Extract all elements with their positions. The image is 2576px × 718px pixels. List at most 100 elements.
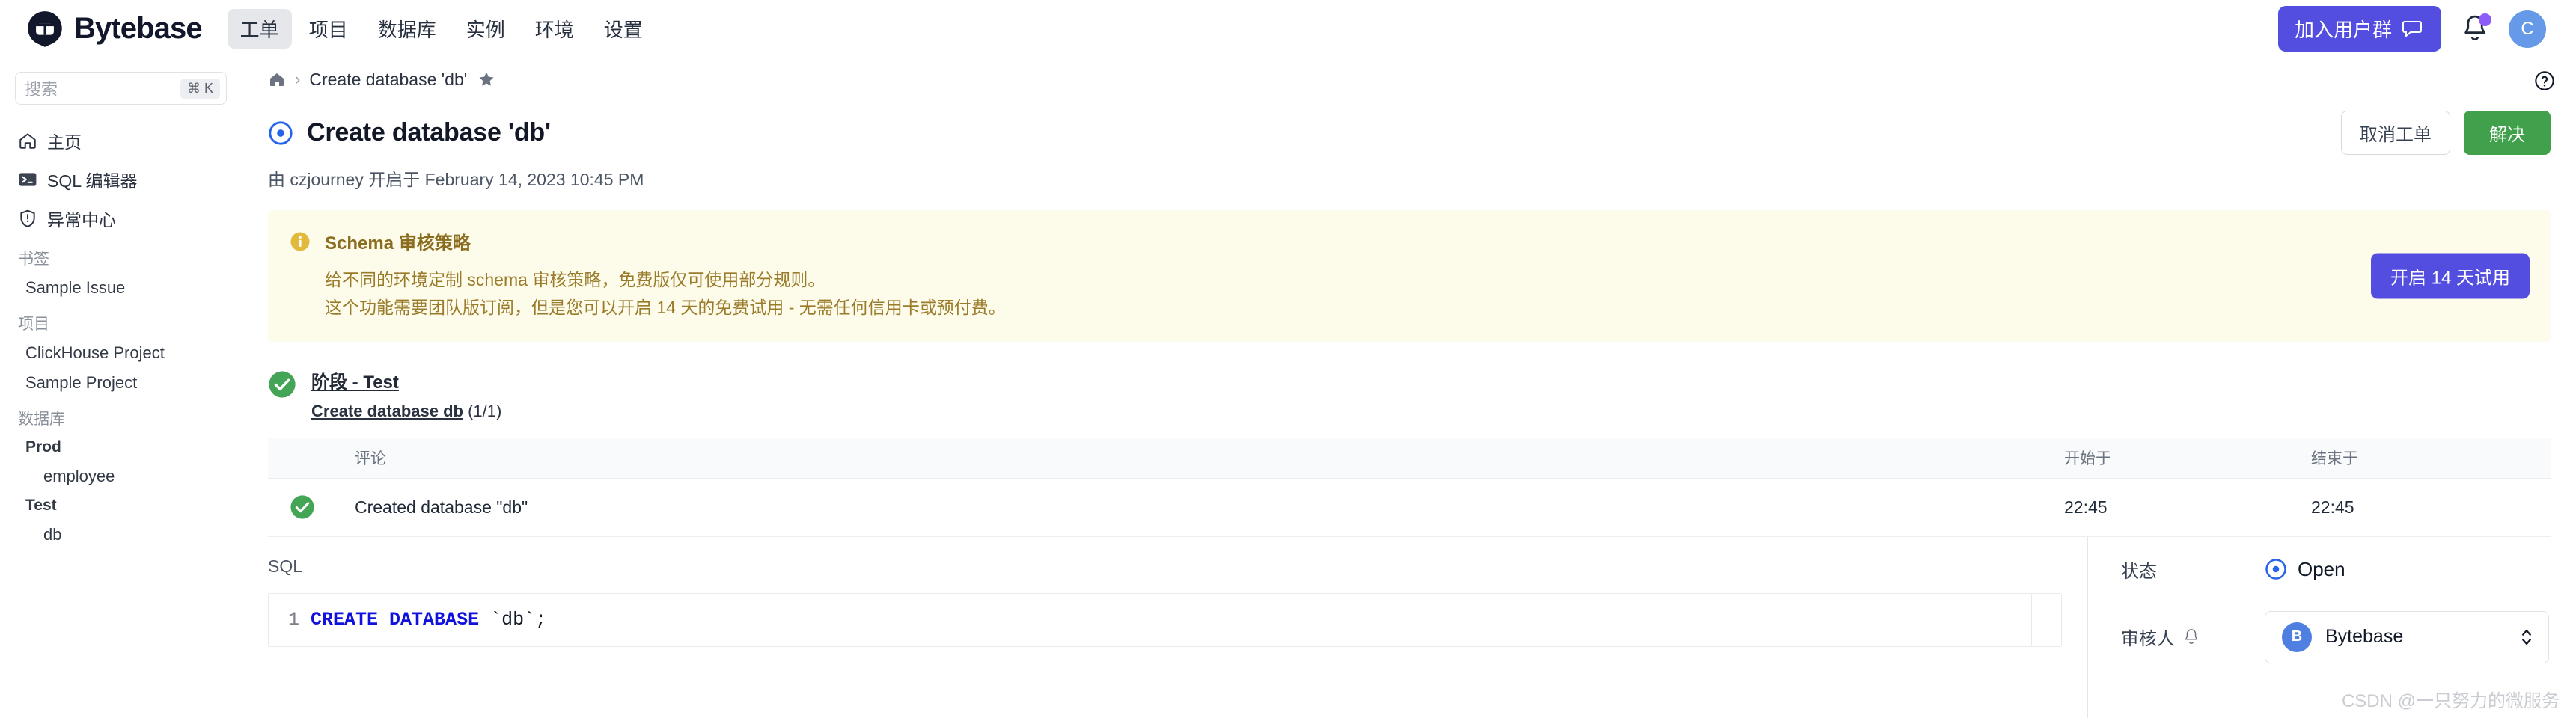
nav-item-instances[interactable]: 实例 [454,9,518,49]
table-header-row: 评论 开始于 结束于 [268,438,2551,479]
banner-line-1: 给不同的环境定制 schema 审核策略，免费版仅可使用部分规则。 [325,270,825,289]
sidebar-bookmark-sample-issue[interactable]: Sample Issue [15,273,227,303]
join-community-label: 加入用户群 [2294,19,2392,41]
status-field: 状态 Open [2121,556,2576,583]
task-runs-table: 评论 开始于 结束于 Created database "db" 22:45 2… [268,437,2551,537]
notifications-button[interactable] [2461,13,2491,44]
sidebar-item-home[interactable]: 主页 [15,121,227,160]
search-input[interactable]: 搜索 ⌘ K [15,72,227,105]
row-status-cell [268,494,337,520]
brand-logo[interactable]: Bytebase [25,10,203,49]
assignee-avatar: B [2282,622,2312,652]
brand-name: Bytebase [74,12,203,45]
page-title: Create database 'db' [307,118,551,147]
home-icon [19,133,36,149]
row-started-cell: 22:45 [2064,497,2108,517]
issue-details-panel: 状态 Open 审核人 B Bytebase CSDN @一只努力的微服务 [2088,537,2576,718]
chat-bubble-icon [2402,20,2422,37]
column-header-started: 开始于 [2064,450,2111,467]
sql-keyword: CREATE DATABASE [311,609,480,630]
assignee-select[interactable]: B Bytebase [2265,610,2549,663]
breadcrumb-current[interactable]: Create database 'db' [309,70,467,90]
sidebar-database-employee[interactable]: employee [15,461,227,491]
info-circle-icon [290,232,310,251]
table-row[interactable]: Created database "db" 22:45 22:45 [268,478,2551,537]
sidebar-section-projects: 项目 [18,316,49,333]
issue-actions: 取消工单 解决 [2341,111,2551,155]
issue-header: Create database 'db' 取消工单 解决 [242,100,2576,155]
nav-item-settings[interactable]: 设置 [591,9,656,49]
watermark-text: CSDN @一只努力的微服务 [2341,691,2560,711]
open-circle-icon [2265,559,2286,580]
sidebar-env-prod: Prod [25,438,61,455]
stage-body: 阶段 - Test Create database db (1/1) [311,367,501,421]
sql-code-block[interactable]: 1 CREATE DATABASE `db`; [268,592,2062,647]
cancel-issue-button[interactable]: 取消工单 [2341,111,2450,155]
sql-code-line: 1 CREATE DATABASE `db`; [269,609,546,630]
open-circle-icon [269,120,293,145]
issue-subtitle: 由 czjourney 开启于 February 14, 2023 10:45 … [268,170,644,189]
resolve-issue-button[interactable]: 解决 [2464,111,2551,155]
banner-body: Schema 审核策略 给不同的环境定制 schema 审核策略，免费版仅可使用… [325,228,1006,322]
sidebar-item-anomaly-center[interactable]: 异常中心 [15,199,227,238]
sql-line-number: 1 [288,609,300,630]
sidebar-section-databases: 数据库 [18,411,65,428]
join-community-button[interactable]: 加入用户群 [2277,6,2441,52]
sidebar-project-sample[interactable]: Sample Project [15,368,227,398]
breadcrumb-separator: › [295,70,301,88]
sql-panel: SQL 1 CREATE DATABASE `db`; [242,536,2088,718]
sidebar-project-clickhouse[interactable]: ClickHouse Project [15,338,227,368]
main-content: › Create database 'db' Create database '… [242,58,2576,718]
main-nav: 工单 项目 数据库 实例 环境 设置 [227,9,656,49]
stage-summary: 阶段 - Test Create database db (1/1) [242,342,2576,438]
shield-alert-icon [20,209,35,227]
sidebar-item-anomaly-center-label: 异常中心 [47,210,116,230]
sidebar-database-db[interactable]: db [15,520,227,550]
breadcrumb: › Create database 'db' [242,58,2576,100]
user-avatar[interactable]: C [2509,10,2546,48]
schema-review-banner: Schema 审核策略 给不同的环境定制 schema 审核策略，免费版仅可使用… [268,210,2551,342]
stage-task-link[interactable]: Create database db [311,402,463,420]
nav-item-issues[interactable]: 工单 [227,9,292,49]
sql-rest: `db`; [479,609,547,630]
stage-task-count: (1/1) [468,401,502,420]
assignee-label-wrap: 审核人 [2121,624,2265,650]
search-shortcut-badge: ⌘ K [180,78,220,99]
column-header-ended: 结束于 [2311,450,2358,467]
star-icon[interactable] [477,70,495,88]
sql-label: SQL [268,556,303,576]
terminal-icon [19,173,37,186]
bell-icon[interactable] [2182,628,2200,646]
stage-name-link[interactable]: 阶段 - Test [311,367,501,393]
page-body: 搜索 ⌘ K 主页 SQL 编辑器 异常中心 书签 Sample Issue 项… [0,58,2576,718]
status-value: Open [2298,557,2345,580]
status-label: 状态 [2121,561,2157,582]
sidebar-item-sql-editor-label: SQL 编辑器 [47,171,138,191]
sidebar: 搜索 ⌘ K 主页 SQL 编辑器 异常中心 书签 Sample Issue 项… [0,58,242,718]
top-navigation-bar: Bytebase 工单 项目 数据库 实例 环境 设置 加入用户群 C [0,0,2576,58]
bottom-section: SQL 1 CREATE DATABASE `db`; 状态 Open 审核人 … [242,536,2576,718]
nav-item-databases[interactable]: 数据库 [365,9,449,49]
top-nav-right-actions: 加入用户群 C [2277,6,2546,52]
row-comment-cell: Created database "db" [355,497,528,517]
status-value-wrap: Open [2265,558,2345,581]
nav-item-environments[interactable]: 环境 [522,9,587,49]
help-circle-icon[interactable] [2534,70,2555,91]
banner-line-2: 这个功能需要团队版订阅，但是您可以开启 14 天的免费试用 - 无需任何信用卡或… [325,298,1006,318]
start-trial-button[interactable]: 开启 14 天试用 [2370,253,2530,299]
row-ended-cell: 22:45 [2311,497,2354,517]
assignee-field: 审核人 B Bytebase [2121,610,2576,663]
check-circle-icon [269,371,296,397]
sidebar-item-home-label: 主页 [47,132,82,152]
sidebar-section-bookmarks: 书签 [18,251,49,268]
sql-scrollbar[interactable] [2031,593,2061,646]
sidebar-env-test: Test [25,497,57,514]
assignee-label: 审核人 [2121,629,2175,649]
notification-badge-dot [2479,13,2491,26]
column-header-comment: 评论 [355,450,386,467]
assignee-name: Bytebase [2325,626,2404,647]
home-icon[interactable] [268,70,286,88]
sidebar-item-sql-editor[interactable]: SQL 编辑器 [15,160,227,199]
nav-item-projects[interactable]: 项目 [296,9,361,49]
chevron-up-down-icon [2522,629,2531,645]
